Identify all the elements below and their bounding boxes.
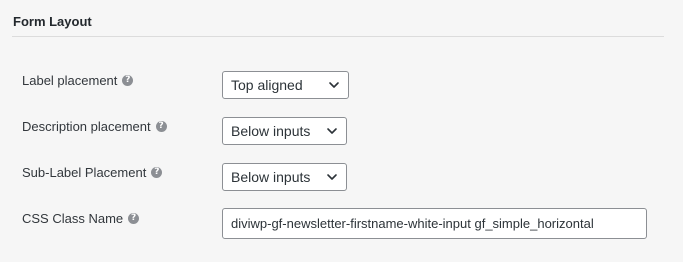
description-placement-value: Below inputs (231, 123, 311, 139)
css-class-name-text: CSS Class Name (22, 211, 124, 226)
sublabel-placement-value: Below inputs (231, 169, 311, 185)
label-placement-select[interactable]: Top aligned (222, 71, 349, 99)
description-placement-select[interactable]: Below inputs (222, 117, 347, 145)
label-placement-value: Top aligned (231, 77, 303, 93)
section-divider (12, 36, 664, 37)
sublabel-placement-select[interactable]: Below inputs (222, 163, 347, 191)
css-class-name-input[interactable]: diviwp-gf-newsletter-firstname-white-inp… (222, 208, 647, 239)
chevron-down-icon (327, 128, 337, 134)
sublabel-placement-text: Sub-Label Placement (22, 165, 147, 180)
help-icon[interactable]: ? (151, 167, 163, 178)
css-class-name-label: CSS Class Name ? (22, 211, 140, 226)
label-placement-text: Label placement (22, 73, 118, 88)
label-placement-label: Label placement ? (22, 73, 134, 88)
sublabel-placement-label: Sub-Label Placement ? (22, 165, 163, 180)
description-placement-text: Description placement (22, 119, 151, 134)
section-title: Form Layout (13, 14, 92, 29)
help-icon[interactable]: ? (128, 213, 140, 224)
description-placement-label: Description placement ? (22, 119, 167, 134)
chevron-down-icon (327, 174, 337, 180)
form-layout-panel: Form Layout Label placement ? Top aligne… (0, 0, 683, 262)
help-icon[interactable]: ? (155, 121, 167, 132)
help-icon[interactable]: ? (122, 75, 134, 86)
chevron-down-icon (329, 82, 339, 88)
